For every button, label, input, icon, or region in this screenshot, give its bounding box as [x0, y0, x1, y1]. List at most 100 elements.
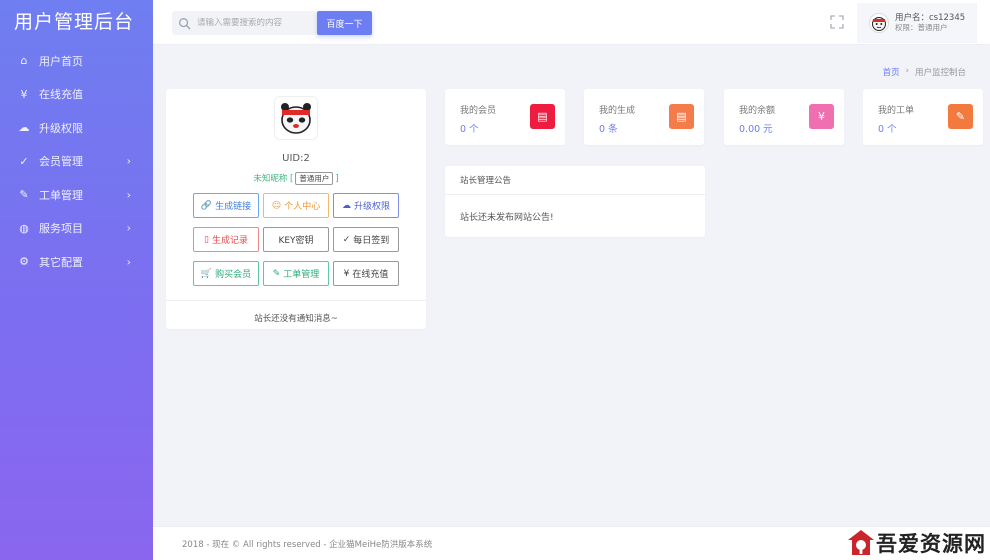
notice-message: 站长还没有通知消息~ [254, 314, 338, 324]
role-tag: 普通用户 [295, 172, 334, 185]
chevron-right-icon: › [126, 188, 131, 202]
button-label: 个人中心 [284, 202, 321, 212]
search-icon [179, 17, 191, 29]
stat-value: 0 个 [460, 124, 479, 135]
breadcrumb-current: 用户监控制台 [914, 68, 966, 78]
home-icon: ⌂ [20, 54, 28, 68]
sidebar-item-label: 服务项目 [39, 222, 83, 236]
breadcrumb: 首页 › 用户监控制台 [883, 66, 966, 78]
recharge-icon: ¥ [20, 87, 28, 101]
user-role: 权限：普通用户 [895, 23, 948, 32]
user-uid: UID:2 [282, 153, 310, 164]
daily-checkin-icon: ✓ [342, 234, 351, 245]
sidebar-nav: ⌂ 用户首页 ¥ 在线充值 ☁ 升级权限 ✓ 会员管理 › ✎ 工单管理 › ◍ 服务项目 › ⚙ 其它配置 › [0, 44, 153, 279]
watermark: 吾爱资源网 [846, 528, 986, 558]
button-label: KEY密钥 [278, 236, 314, 246]
sidebar-item-6[interactable]: ⚙ 其它配置 › [0, 245, 153, 279]
sidebar-item-3[interactable]: ✓ 会员管理 › [0, 145, 153, 179]
stat-value: 0.00 元 [739, 124, 773, 135]
sidebar-item-2[interactable]: ☁ 升级权限 [0, 111, 153, 145]
button-label: 生成链接 [215, 202, 252, 212]
generation-records-button[interactable]: ▯ 生成记录 [193, 227, 259, 252]
stat-value: 0 个 [878, 124, 897, 135]
button-label: 生成记录 [211, 236, 248, 246]
stat-label: 我的工单 [878, 106, 915, 116]
sidebar-item-4[interactable]: ✎ 工单管理 › [0, 178, 153, 212]
online-recharge-button[interactable]: ¥ 在线充值 [333, 261, 399, 286]
sidebar-item-label: 在线充值 [39, 88, 83, 102]
ticket-management-button[interactable]: ✎ 工单管理 [263, 261, 329, 286]
ticket-management-icon: ✎ [272, 268, 281, 279]
button-label: 在线充值 [352, 270, 389, 280]
my-tickets-icon: ✎ [948, 104, 973, 129]
my-balance-icon: ¥ [809, 104, 834, 129]
user-name: 用户名：cs12345 [895, 13, 966, 23]
watermark-logo-icon [848, 530, 874, 555]
my-members-card: 我的会员 0 个 ▤ [445, 89, 565, 145]
watermark-text: 吾爱资源网 [876, 531, 986, 556]
sidebar-item-label: 其它配置 [39, 255, 83, 269]
chevron-right-icon: › [126, 154, 131, 168]
breadcrumb-home[interactable]: 首页 [883, 66, 900, 78]
avatar [869, 13, 889, 33]
sidebar-item-5[interactable]: ◍ 服务项目 › [0, 212, 153, 246]
generation-records-icon: ▯ [204, 234, 209, 245]
button-label: 每日签到 [353, 236, 390, 246]
bracket-open: [ [290, 174, 294, 184]
personal-center-button[interactable]: ☺ 个人中心 [263, 193, 329, 218]
cloud-icon: ☁ [18, 121, 30, 135]
my-generations-icon: ▤ [669, 104, 694, 129]
shield-icon: ✓ [19, 154, 29, 168]
stat-value: 0 条 [599, 124, 618, 135]
button-label: 升级权限 [353, 202, 390, 212]
announcement-title: 站长管理公告 [460, 176, 512, 186]
search-box [172, 11, 317, 35]
panda-avatar-icon [281, 103, 311, 134]
buy-membership-icon: 🛒 [200, 268, 213, 279]
sidebar-item-label: 会员管理 [39, 155, 83, 169]
key-secret-button[interactable]: KEY密钥 [263, 227, 329, 252]
search-input[interactable] [197, 18, 307, 28]
divider [166, 300, 426, 301]
bracket-close: ] [335, 174, 339, 184]
footer-text: 2018 - 现在 © All rights reserved - 企业猫Mei… [182, 540, 433, 550]
globe-icon: ◍ [19, 221, 29, 235]
stat-label: 我的生成 [599, 106, 636, 116]
action-button-grid: 🔗 生成链接 ☺ 个人中心 ☁ 升级权限 ▯ 生成记录 KEY密钥 ✓ 每日签到 🛒 购买会员 ✎ 工单管理… [193, 193, 399, 286]
my-generations-card: 我的生成 0 条 ▤ [584, 89, 704, 145]
stat-label: 我的余额 [739, 106, 776, 116]
user-menu[interactable]: 用户名：cs12345 权限：普通用户 [857, 3, 977, 43]
announcement-card: 站长管理公告 站长还未发布网站公告! [445, 166, 705, 237]
buy-membership-button[interactable]: 🛒 购买会员 [193, 261, 259, 286]
sidebar-item-label: 升级权限 [39, 121, 83, 135]
my-balance-card: 我的余额 0.00 元 ¥ [724, 89, 844, 145]
stat-label: 我的会员 [460, 106, 497, 116]
upgrade-permission-icon: ☁ [341, 200, 351, 211]
chevron-right-icon: › [126, 255, 131, 269]
top-header: 百度一下 用户名：cs12345 权限：普通用户 [153, 0, 990, 45]
chevron-right-icon: › [126, 221, 131, 235]
personal-center-icon: ☺ [271, 200, 282, 211]
button-label: 购买会员 [215, 270, 252, 280]
my-tickets-card: 我的工单 0 个 ✎ [863, 89, 983, 145]
sidebar: 用户管理后台 ⌂ 用户首页 ¥ 在线充值 ☁ 升级权限 ✓ 会员管理 › ✎ 工单管理 › ◍ 服务项目 ›… [0, 0, 153, 560]
generate-link-icon: 🔗 [200, 200, 213, 211]
divider [445, 194, 705, 195]
sidebar-item-1[interactable]: ¥ 在线充值 [0, 78, 153, 112]
fullscreen-icon[interactable] [830, 15, 844, 29]
generate-link-button[interactable]: 🔗 生成链接 [193, 193, 259, 218]
upgrade-permission-button[interactable]: ☁ 升级权限 [333, 193, 399, 218]
announcement-body: 站长还未发布网站公告! [460, 213, 554, 223]
nickname: 未知昵称 [253, 174, 288, 184]
sidebar-item-label: 工单管理 [39, 188, 83, 202]
profile-avatar [274, 96, 318, 140]
sidebar-item-0[interactable]: ⌂ 用户首页 [0, 44, 153, 78]
daily-checkin-button[interactable]: ✓ 每日签到 [333, 227, 399, 252]
app-title: 用户管理后台 [14, 11, 135, 33]
my-members-icon: ▤ [530, 104, 555, 129]
search-button[interactable]: 百度一下 [317, 11, 372, 35]
settings-icon: ⚙ [19, 255, 29, 269]
sidebar-item-label: 用户首页 [39, 54, 83, 68]
breadcrumb-separator: › [905, 66, 909, 76]
nickname-row: 未知昵称 [普通用户] [166, 172, 426, 185]
